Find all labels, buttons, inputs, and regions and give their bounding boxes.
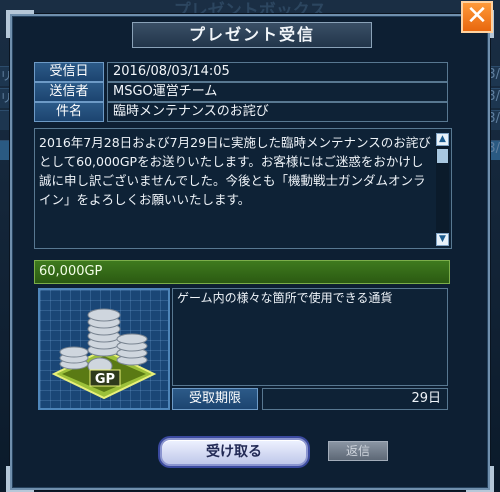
message-body-box[interactable]: 2016年7月28日および7月29日に実施した臨時メンテナンスのお詫びとして60… bbox=[34, 128, 452, 249]
message-scrollbar[interactable]: ▲ ▼ bbox=[436, 133, 449, 246]
sender-value: MSGO運営チーム bbox=[107, 82, 448, 102]
subject-row: 件名 臨時メンテナンスのお詫び bbox=[34, 102, 448, 122]
item-name-bar: 60,000GP bbox=[34, 260, 450, 284]
sender-label: 送信者 bbox=[34, 82, 104, 102]
sender-row: 送信者 MSGO運営チーム bbox=[34, 82, 448, 102]
received-date-label: 受信日 bbox=[34, 62, 104, 82]
scroll-up-icon[interactable]: ▲ bbox=[436, 133, 449, 146]
subject-label: 件名 bbox=[34, 102, 104, 122]
frame-corner bbox=[6, 10, 34, 38]
reply-button[interactable]: 返信 bbox=[328, 441, 388, 461]
close-button[interactable]: ✕ bbox=[461, 1, 493, 33]
subject-value: 臨時メンテナンスのお詫び bbox=[107, 102, 448, 122]
item-description: ゲーム内の様々な箇所で使用できる通貨 bbox=[172, 288, 448, 386]
gp-coins-icon: GP bbox=[38, 288, 170, 410]
scroll-down-icon[interactable]: ▼ bbox=[436, 233, 449, 246]
close-icon: ✕ bbox=[466, 1, 488, 31]
gp-icon-label: GP bbox=[95, 372, 115, 387]
deadline-value: 29日 bbox=[262, 388, 448, 410]
received-date-value: 2016/08/03/14:05 bbox=[107, 62, 448, 82]
received-date-row: 受信日 2016/08/03/14:05 bbox=[34, 62, 448, 82]
receive-button[interactable]: 受け取る bbox=[160, 438, 308, 466]
message-text: 2016年7月28日および7月29日に実施した臨時メンテナンスのお詫びとして60… bbox=[39, 135, 431, 207]
dialog-title: プレゼント受信 bbox=[132, 22, 372, 48]
deadline-label: 受取期限 bbox=[172, 388, 258, 410]
frame-corner bbox=[466, 466, 494, 492]
scrollbar-thumb[interactable] bbox=[437, 149, 448, 163]
frame-corner bbox=[6, 466, 34, 492]
gp-coins-graphic: GP bbox=[51, 308, 157, 400]
